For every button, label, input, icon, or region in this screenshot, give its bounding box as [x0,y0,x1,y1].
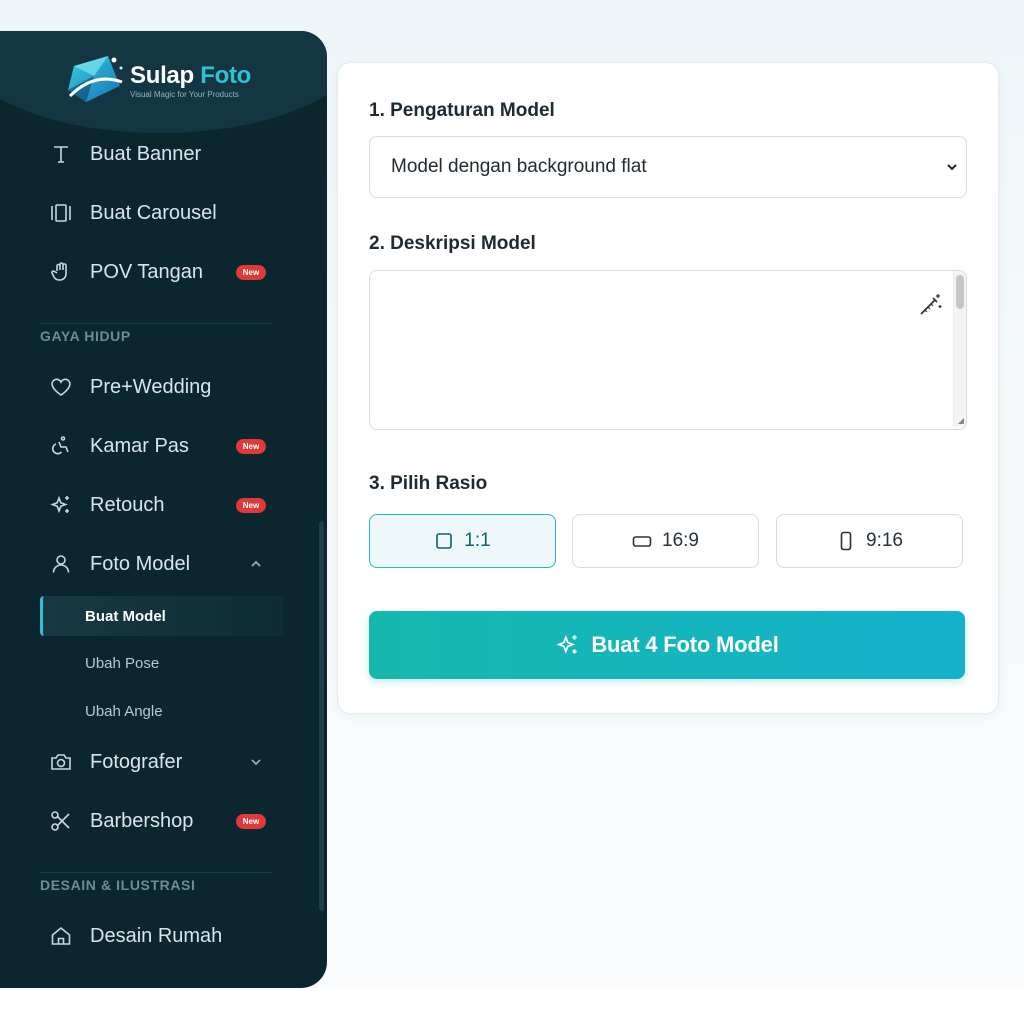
chevron-down-icon [251,759,261,766]
resize-grip-icon[interactable]: ◢ [958,416,964,425]
app-name: Sulap Foto [130,63,251,89]
portrait-icon [840,531,852,551]
section-title-gaya-hidup: GAYA HIDUP [40,328,131,344]
submenu-item-ubah-pose[interactable]: Ubah Pose [40,643,280,683]
sidebar-item-retouch[interactable]: Retouch New [0,485,300,525]
app-name-part1: Sulap [130,62,194,89]
submenu-item-label: Buat Model [85,607,166,625]
sidebar-item-pre-wedding[interactable]: Pre+Wedding [0,367,300,407]
step2-label: 2. Deskripsi Model [369,233,536,254]
new-badge: New [236,265,266,280]
accessibility-icon [48,433,74,459]
carousel-icon [48,200,74,226]
sidebar-divider [40,872,272,873]
textarea-scrollbar[interactable]: ◢ [953,271,966,427]
ratio-label: 1:1 [464,530,491,551]
ratio-1-1-button[interactable]: 1:1 [369,514,556,568]
sidebar-divider [40,323,272,324]
app-tagline: Visual Magic for Your Products [130,90,239,99]
submenu-item-ubah-angle[interactable]: Ubah Angle [40,691,280,731]
submenu-item-label: Ubah Angle [85,702,163,720]
landscape-icon [632,536,652,547]
sidebar: Sulap Foto Visual Magic for Your Product… [0,31,327,988]
step3-label: 3. Pilih Rasio [369,473,488,494]
generate-model-button[interactable]: Buat 4 Foto Model [369,611,965,679]
section-title-desain-ilustrasi: DESAIN & ILUSTRASI [40,877,196,893]
heart-icon [48,374,74,400]
description-text[interactable] [370,271,950,427]
model-form-card: 1. Pengaturan Model Model dengan backgro… [337,62,999,714]
text-icon [48,141,74,167]
chevron-down-icon [947,164,957,171]
sidebar-item-label: Pre+Wedding [90,375,212,398]
sidebar-item-label: Foto Model [90,552,191,575]
sidebar-item-buat-carousel[interactable]: Buat Carousel [0,193,300,233]
home-icon [48,923,74,949]
textarea-scroll-thumb[interactable] [956,275,964,309]
select-value: Model dengan background flat [391,156,647,177]
generate-button-label: Buat 4 Foto Model [591,632,779,657]
app-name-part2: Foto [200,62,252,89]
sidebar-item-desain-rumah[interactable]: Desain Rumah [0,916,300,956]
sidebar-item-label: Kamar Pas [90,434,189,457]
sidebar-item-label: Desain Rumah [90,924,223,947]
sidebar-item-label: Buat Banner [90,142,202,165]
sparkles-icon [48,492,74,518]
new-badge: New [236,498,266,513]
sidebar-item-label: Retouch [90,493,165,516]
sidebar-item-label: Barbershop [90,809,194,832]
scissors-icon [48,808,74,834]
hand-icon [48,259,74,285]
model-setting-select[interactable]: Model dengan background flat [369,136,967,198]
sidebar-item-barbershop[interactable]: Barbershop New [0,801,300,841]
sidebar-item-buat-banner[interactable]: Buat Banner [0,134,300,174]
sidebar-item-label: Buat Carousel [90,201,217,224]
model-description-textarea[interactable]: ◢ [369,270,967,430]
submenu-item-buat-model[interactable]: Buat Model [40,596,283,636]
new-badge: New [236,814,266,829]
sidebar-item-pov-tangan[interactable]: POV Tangan New [0,252,300,292]
sparkles-icon [556,634,578,654]
square-icon [436,533,453,549]
step1-label: 1. Pengaturan Model [369,100,555,121]
logo-icon [68,56,123,102]
user-icon [48,551,74,577]
ratio-9-16-button[interactable]: 9:16 [776,514,963,568]
sidebar-scrollbar[interactable] [319,521,324,911]
sidebar-item-label: Fotografer [90,750,183,773]
new-badge: New [236,439,266,454]
sidebar-item-kamar-pas[interactable]: Kamar Pas New [0,426,300,466]
submenu-item-label: Ubah Pose [85,654,160,672]
app-logo[interactable]: Sulap Foto Visual Magic for Your Product… [64,52,251,110]
sidebar-item-label: POV Tangan [90,260,204,283]
ratio-label: 16:9 [662,530,699,551]
magic-wand-icon[interactable] [916,291,944,319]
sidebar-item-fotografer[interactable]: Fotografer [0,742,300,782]
chevron-up-icon [251,560,261,567]
ratio-16-9-button[interactable]: 16:9 [572,514,759,568]
ratio-label: 9:16 [866,530,903,551]
camera-icon [48,749,74,775]
sidebar-item-foto-model[interactable]: Foto Model [0,544,300,584]
